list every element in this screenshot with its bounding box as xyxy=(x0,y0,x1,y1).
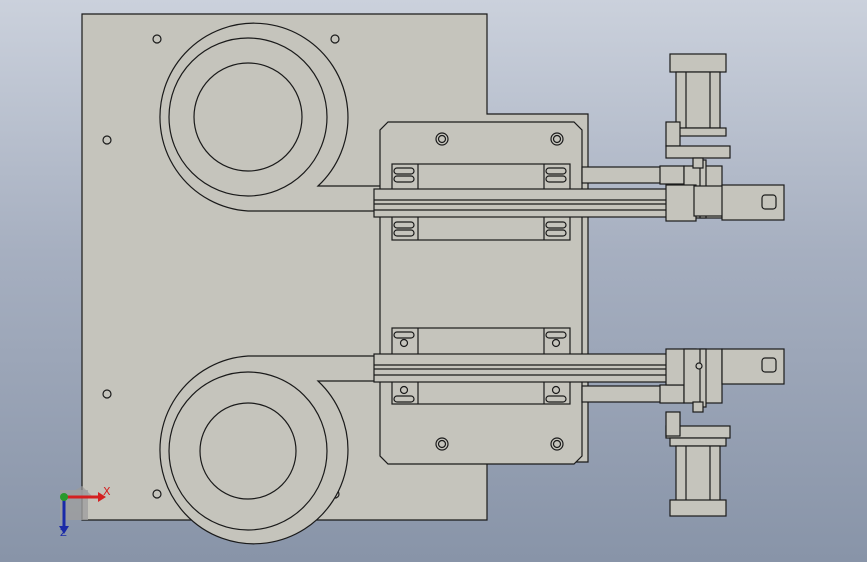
lower-end-clamp[interactable] xyxy=(721,348,785,385)
upper-motor[interactable] xyxy=(665,53,731,169)
lower-rail[interactable] xyxy=(373,353,695,383)
axis-z-label: Z xyxy=(60,528,67,539)
cad-viewport[interactable] xyxy=(0,0,867,562)
upper-end-clamp[interactable] xyxy=(721,184,785,221)
upper-rail[interactable] xyxy=(373,188,695,218)
lower-motor[interactable] xyxy=(665,401,731,517)
axis-x-label: X xyxy=(103,485,111,498)
